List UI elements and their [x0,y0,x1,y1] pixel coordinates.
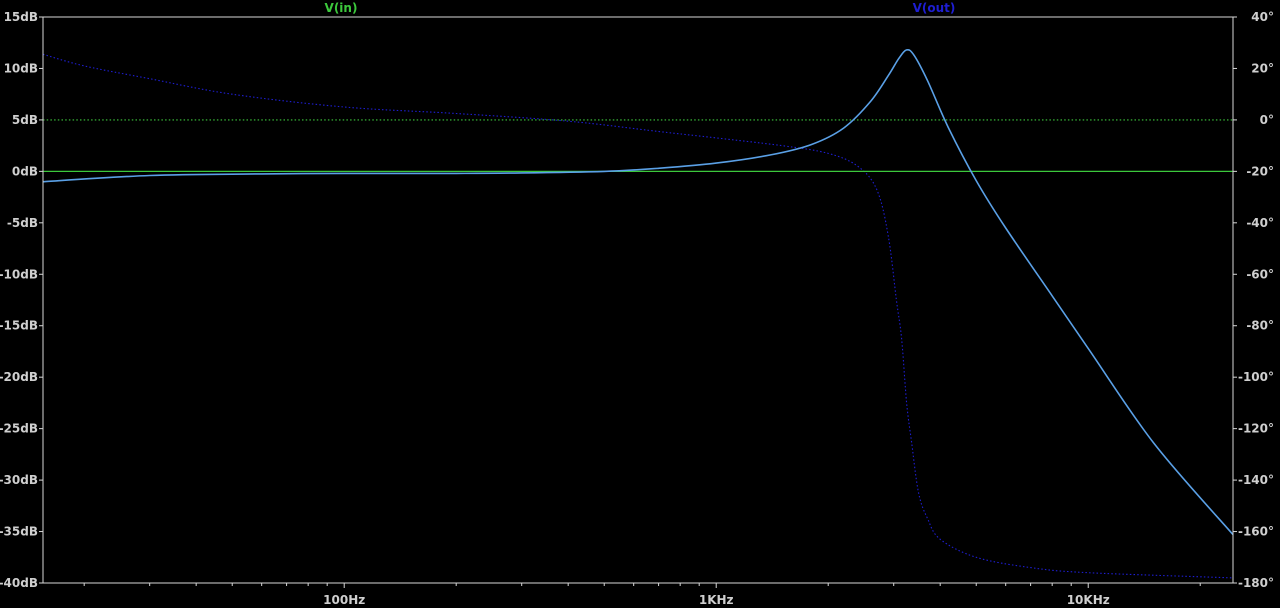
y-right-tick-label: 20° [1251,61,1274,75]
y-right-tick-label: -120° [1238,422,1274,436]
y-left-tick-label: 0dB [12,164,38,178]
y-right-tick-label: -20° [1246,164,1274,178]
y-left-tick-label: -5dB [7,216,38,230]
x-tick-label: 10KHz [1067,593,1110,607]
y-right-tick-label: -80° [1246,319,1274,333]
y-left-tick-label: 15dB [4,10,38,24]
y-left-tick-label: -20dB [0,370,38,384]
x-tick-label: 1KHz [699,593,734,607]
y-left-tick-label: -10dB [0,267,38,281]
y-left-tick-label: -30dB [0,473,38,487]
x-tick-label: 100Hz [323,593,365,607]
y-right-tick-label: -100° [1238,370,1274,384]
y-right-tick-label: -160° [1238,525,1274,539]
y-left-tick-label: 10dB [4,61,38,75]
legend-v-in: V(in) [325,1,358,15]
legend-v-out: V(out) [913,1,956,15]
y-right-tick-label: -60° [1246,267,1274,281]
y-right-tick-label: -140° [1238,473,1274,487]
y-left-tick-label: -15dB [0,319,38,333]
y-left-tick-label: 5dB [12,113,38,127]
y-right-tick-label: -180° [1238,576,1274,590]
y-left-tick-label: -40dB [0,576,38,590]
y-right-tick-label: -40° [1246,216,1274,230]
y-left-tick-label: -35dB [0,525,38,539]
y-right-tick-label: 0° [1260,113,1274,127]
y-right-tick-label: 40° [1251,10,1274,24]
y-left-tick-label: -25dB [0,422,38,436]
plot-background [0,0,1280,608]
bode-plot: 15dB 10dB 5dB 0dB -5dB -10dB -15dB -20dB -25dB -3… [0,0,1280,608]
